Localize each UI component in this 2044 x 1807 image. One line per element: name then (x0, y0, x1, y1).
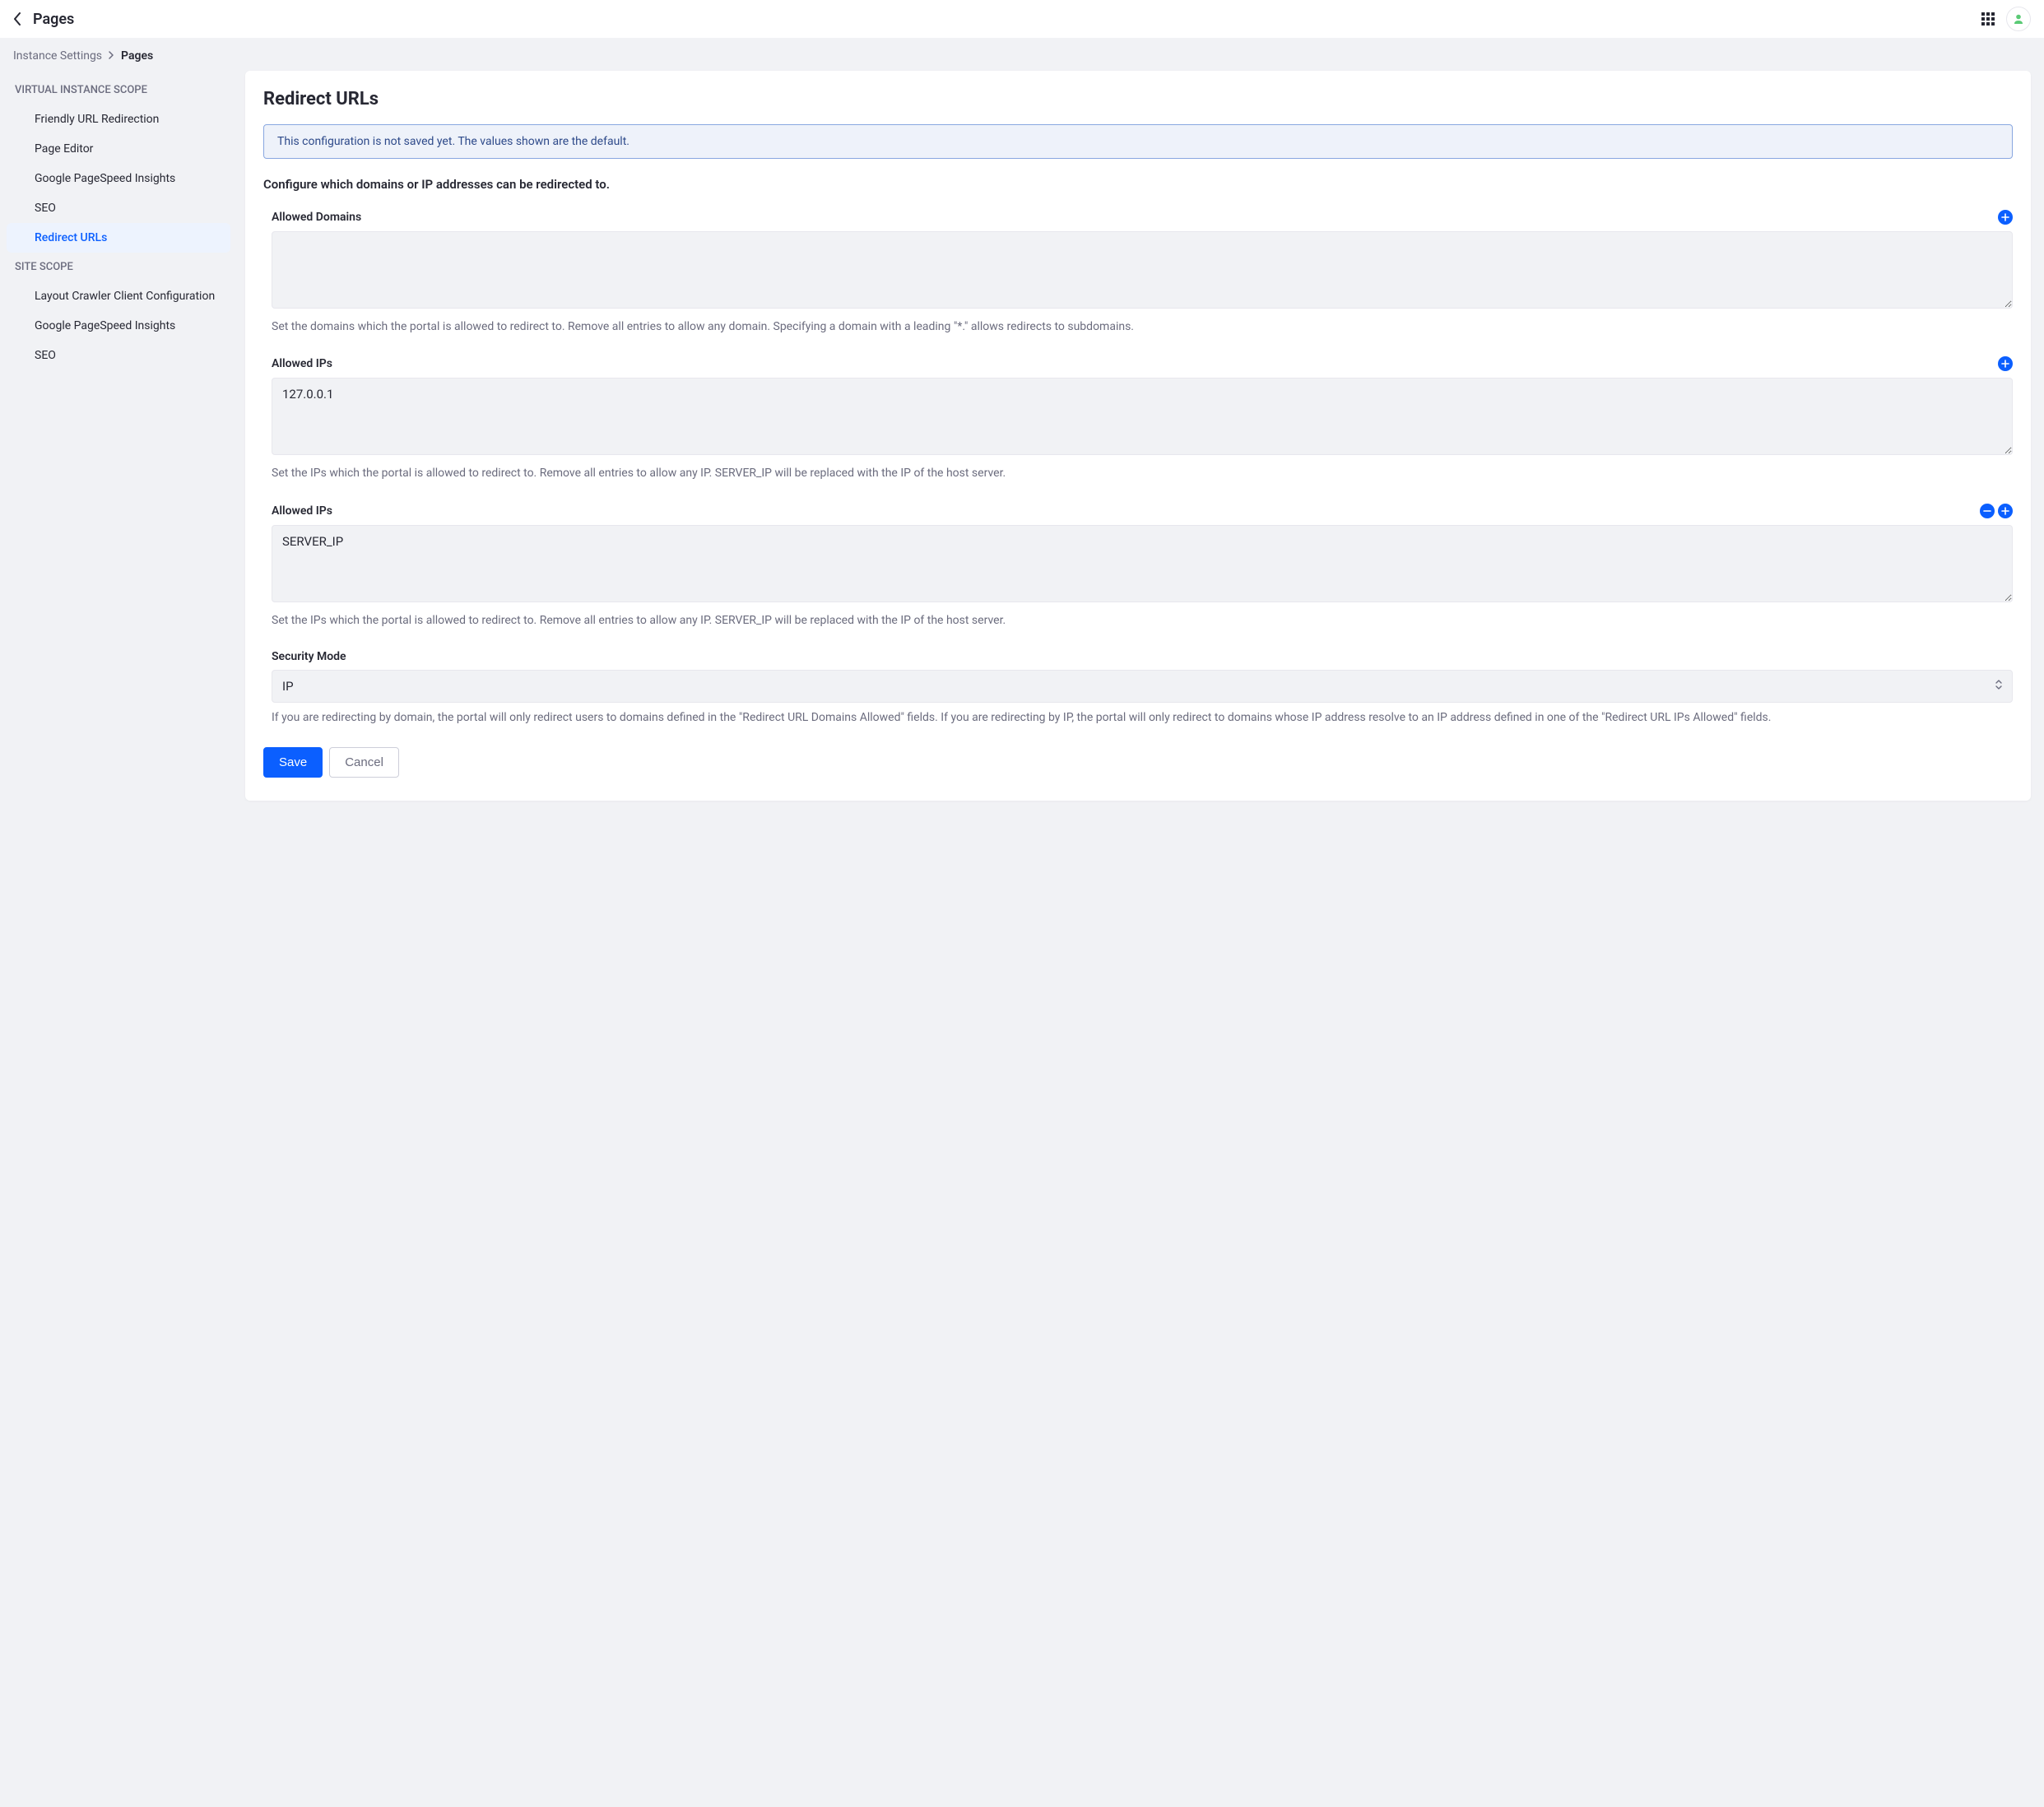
add-allowed-ip-button-2[interactable] (1998, 504, 2013, 518)
allowed-ips-input-1[interactable] (272, 378, 2013, 455)
allowed-domains-input[interactable] (272, 231, 2013, 309)
allowed-ips-help-2: Set the IPs which the portal is allowed … (272, 612, 2013, 629)
chevron-left-icon (13, 12, 21, 26)
save-button[interactable]: Save (263, 747, 323, 778)
allowed-ips-help-1: Set the IPs which the portal is allowed … (272, 465, 2013, 481)
security-mode-select-wrapper: IP (272, 670, 2013, 703)
user-icon (2013, 13, 2024, 25)
workspace: Instance Settings Pages VIRTUAL INSTANCE… (0, 38, 2044, 1807)
plus-icon (2001, 213, 2009, 221)
sidebar-item-layout-crawler[interactable]: Layout Crawler Client Configuration (7, 281, 230, 311)
allowed-ips-label-2: Allowed IPs (272, 504, 332, 518)
panel-subheading: Configure which domains or IP addresses … (263, 177, 2013, 192)
breadcrumb-current: Pages (121, 49, 153, 63)
sidebar-item-seo-vi[interactable]: SEO (7, 193, 230, 223)
field-actions (1980, 504, 2013, 518)
allowed-domains-help: Set the domains which the portal is allo… (272, 318, 2013, 335)
security-mode-select[interactable]: IP (272, 670, 2013, 703)
remove-allowed-ip-button[interactable] (1980, 504, 1995, 518)
field-actions (1998, 356, 2013, 371)
panel-title: Redirect URLs (263, 89, 2013, 109)
topbar: Pages (0, 0, 2044, 38)
breadcrumb-root[interactable]: Instance Settings (13, 49, 102, 63)
apps-grid-icon (1981, 12, 1995, 26)
allowed-domains-label: Allowed Domains (272, 211, 361, 224)
allowed-ips-label-1: Allowed IPs (272, 357, 332, 370)
info-banner: This configuration is not saved yet. The… (263, 124, 2013, 159)
label-row: Allowed IPs (272, 504, 2013, 518)
chevron-right-icon (109, 49, 114, 63)
sidebar-item-friendly-url[interactable]: Friendly URL Redirection (7, 105, 230, 134)
back-button[interactable] (13, 12, 21, 26)
field-actions (1998, 210, 2013, 225)
plus-icon (2001, 360, 2009, 368)
topbar-left: Pages (13, 11, 74, 28)
sidebar-item-pagespeed-site[interactable]: Google PageSpeed Insights (7, 311, 230, 341)
form-actions: Save Cancel (263, 747, 2013, 778)
field-group-allowed-ips-1: Allowed IPs Set the IPs which the portal… (272, 356, 2013, 481)
breadcrumb: Instance Settings Pages (0, 38, 2044, 71)
settings-panel: Redirect URLs This configuration is not … (245, 71, 2031, 801)
security-mode-help: If you are redirecting by domain, the po… (272, 709, 2013, 726)
main-layout: VIRTUAL INSTANCE SCOPE Friendly URL Redi… (0, 71, 2044, 820)
sidebar-item-pagespeed-vi[interactable]: Google PageSpeed Insights (7, 164, 230, 193)
sidebar: VIRTUAL INSTANCE SCOPE Friendly URL Redi… (0, 71, 245, 801)
sidebar-heading-virtual-instance: VIRTUAL INSTANCE SCOPE (0, 76, 245, 105)
sidebar-item-page-editor[interactable]: Page Editor (7, 134, 230, 164)
topbar-right (1981, 7, 2031, 31)
sidebar-item-redirect-urls[interactable]: Redirect URLs (7, 223, 230, 253)
cancel-button[interactable]: Cancel (329, 747, 399, 778)
sidebar-item-seo-site[interactable]: SEO (7, 341, 230, 370)
field-group-allowed-domains: Allowed Domains Set the domains which th… (272, 210, 2013, 335)
plus-icon (2001, 507, 2009, 515)
user-avatar[interactable] (2006, 7, 2031, 31)
allowed-ips-input-2[interactable] (272, 525, 2013, 602)
add-allowed-ip-button-1[interactable] (1998, 356, 2013, 371)
add-allowed-domain-button[interactable] (1998, 210, 2013, 225)
security-mode-label: Security Mode (272, 650, 346, 663)
label-row: Allowed Domains (272, 210, 2013, 225)
sidebar-heading-site-scope: SITE SCOPE (0, 253, 245, 281)
label-row: Allowed IPs (272, 356, 2013, 371)
label-row: Security Mode (272, 650, 2013, 663)
page-title: Pages (33, 11, 74, 28)
minus-icon (1983, 507, 1991, 515)
apps-menu-button[interactable] (1981, 12, 1995, 26)
field-group-allowed-ips-2: Allowed IPs Set the IPs which the portal… (272, 504, 2013, 629)
field-group-security-mode: Security Mode IP If you are redirecting … (272, 650, 2013, 726)
